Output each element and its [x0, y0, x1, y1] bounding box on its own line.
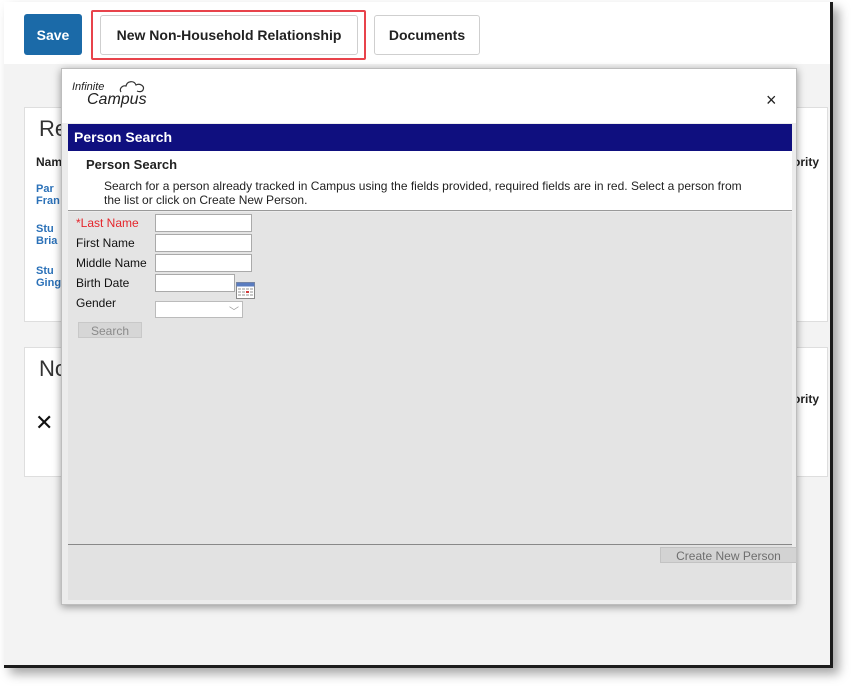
- relationship-link[interactable]: Stu Bria: [36, 223, 57, 247]
- search-button[interactable]: Search: [78, 322, 142, 338]
- first-name-input[interactable]: [155, 234, 252, 252]
- relationship-link[interactable]: Par Fran: [36, 183, 60, 207]
- last-name-label: *Last Name: [76, 216, 139, 230]
- new-non-household-relationship-button[interactable]: New Non-Household Relationship: [100, 15, 358, 55]
- column-header-name: Nam: [36, 155, 63, 169]
- search-form: *Last Name First Name Middle Name Birth …: [68, 212, 792, 545]
- chevron-down-icon: ﹀: [229, 307, 239, 318]
- calendar-icon[interactable]: [236, 282, 255, 299]
- close-icon[interactable]: ×: [766, 91, 777, 109]
- gender-label: Gender: [76, 296, 117, 310]
- gender-select[interactable]: ﹀: [155, 301, 243, 318]
- section-description: Search for a person already tracked in C…: [104, 179, 742, 207]
- action-toolbar: Save New Non-Household Relationship Docu…: [4, 2, 830, 64]
- section-title: Person Search: [86, 157, 178, 172]
- app-window: Save New Non-Household Relationship Docu…: [4, 2, 833, 668]
- birth-date-input[interactable]: [155, 274, 235, 292]
- middle-name-input[interactable]: [155, 254, 252, 272]
- remove-icon[interactable]: ✕: [35, 412, 53, 434]
- modal-title-bar: Person Search: [68, 124, 792, 151]
- create-new-person-button[interactable]: Create New Person: [660, 547, 797, 563]
- documents-button[interactable]: Documents: [374, 15, 480, 55]
- modal-footer: Create New Person: [68, 545, 797, 600]
- person-search-modal: Infinite Campus × Person Search Person S…: [61, 68, 797, 605]
- relationship-link[interactable]: Stu Ging: [36, 265, 61, 289]
- first-name-label: First Name: [76, 236, 135, 250]
- campus-cloud-logo: [119, 81, 145, 93]
- middle-name-label: Middle Name: [76, 256, 147, 270]
- modal-header: Infinite Campus ×: [62, 69, 796, 123]
- save-button[interactable]: Save: [24, 14, 82, 55]
- modal-description-panel: Person Search Search for a person alread…: [68, 151, 792, 211]
- birth-date-label: Birth Date: [76, 276, 130, 290]
- last-name-input[interactable]: [155, 214, 252, 232]
